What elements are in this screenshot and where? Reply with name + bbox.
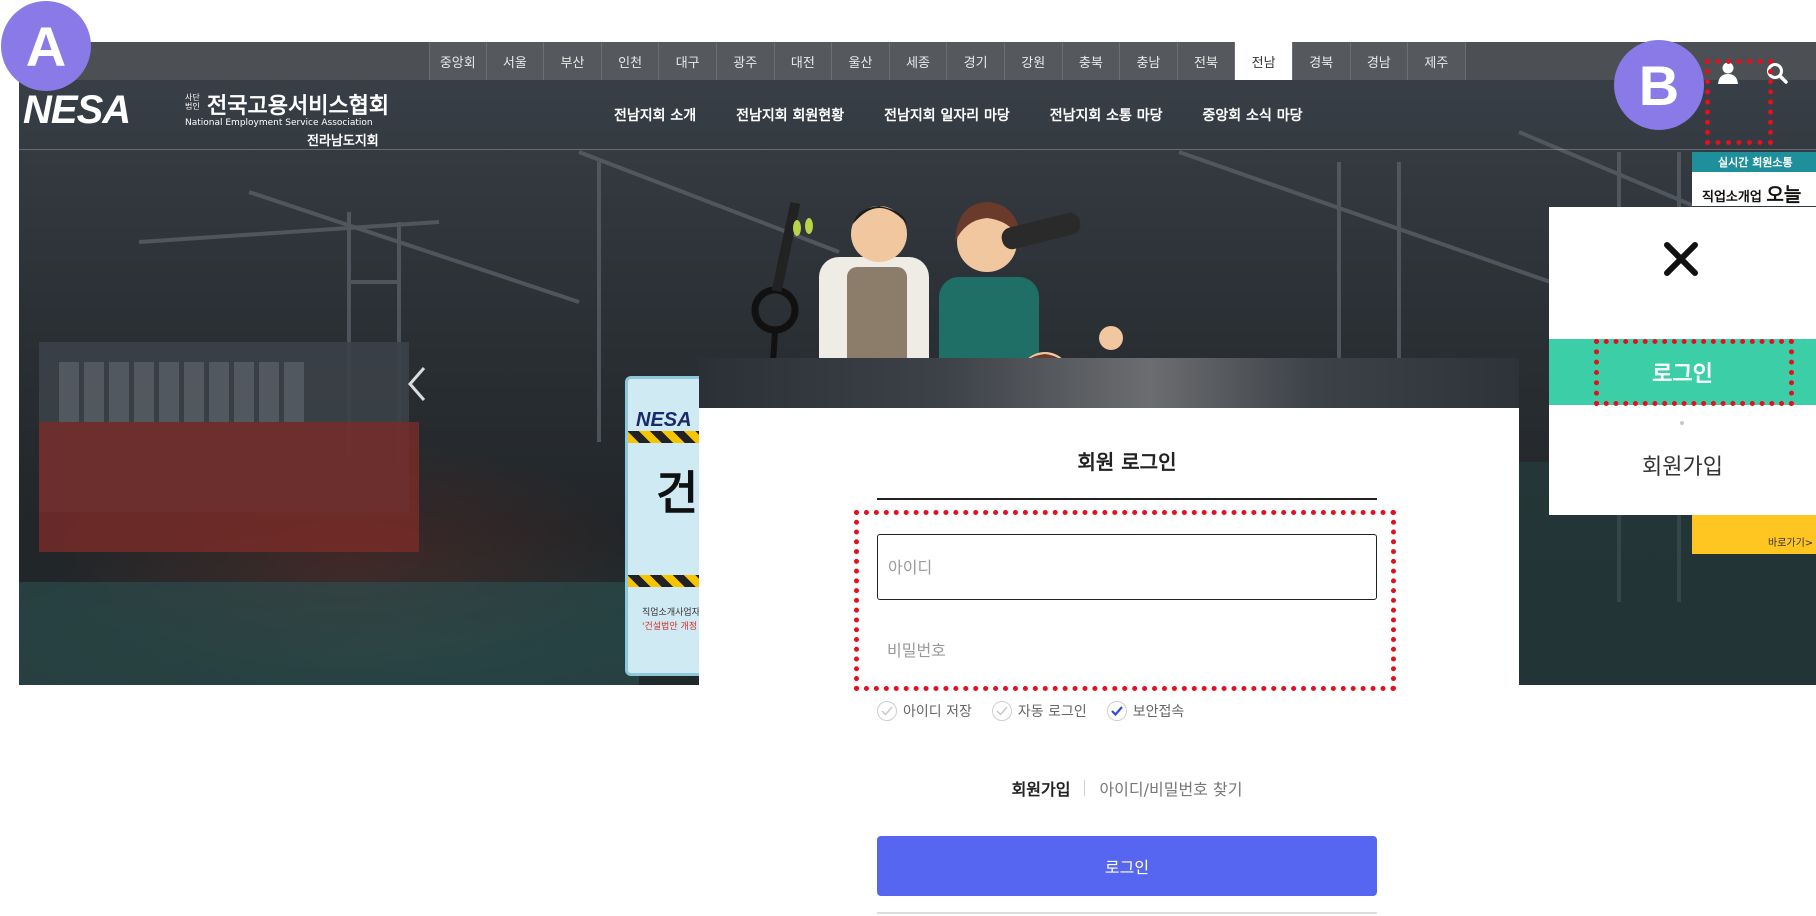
check-icon xyxy=(1110,706,1123,716)
search-icon xyxy=(1767,63,1788,84)
logo-subtitle: National Employment Service Association xyxy=(185,118,373,128)
marker-b: B xyxy=(1614,40,1704,130)
link-divider xyxy=(1084,780,1086,796)
banner-caption: 직업소개사업자 xyxy=(642,608,700,618)
hazard-stripe-top xyxy=(628,431,702,443)
main-menu-item[interactable]: 전남지회 회원현황 xyxy=(716,80,864,150)
region-tab[interactable]: 광주 xyxy=(716,42,775,80)
region-tab[interactable]: 울산 xyxy=(832,42,890,80)
logo-mark: NESA xyxy=(23,88,131,132)
site-logo[interactable]: NESA 사단 법인 전국고용서비스협회 National Employment… xyxy=(23,88,398,149)
id-input[interactable] xyxy=(877,534,1377,600)
main-menu: 전남지회 소개 전남지회 회원현황 전남지회 일자리 마당 전남지회 소통 마당 중앙회… xyxy=(594,80,1322,150)
logo-branch: 전라남도지회 xyxy=(307,134,379,149)
login-title-divider xyxy=(877,498,1377,500)
checkbox[interactable] xyxy=(1106,701,1127,721)
main-menu-item[interactable]: 중앙회 소식 마당 xyxy=(1183,80,1323,150)
user-icon xyxy=(1718,62,1738,84)
region-tab-bar: 중앙회 서울 부산 인천 대구 광주 대전 울산 세종 경기 강원 충북 충남 전북 전남 경북 경남 제주 xyxy=(19,42,1816,80)
region-tab[interactable]: 경북 xyxy=(1292,42,1351,80)
login-option[interactable]: 아이디 저장 xyxy=(877,701,972,721)
region-tab[interactable]: 세종 xyxy=(889,42,948,80)
logo-title: 전국고용서비스협회 xyxy=(207,94,390,119)
region-tab[interactable]: 인천 xyxy=(601,42,660,80)
region-tab[interactable]: 중앙회 xyxy=(429,42,487,80)
region-tabs: 중앙회 서울 부산 인천 대구 광주 대전 울산 세종 경기 강원 충북 충남 전북 전남 경북 경남 제주 xyxy=(429,42,1466,80)
user-button[interactable] xyxy=(1713,57,1743,89)
login-panel: 회원 로그인 아이디 저장 자동 로그인 보안접속 회원가입 아이디/비밀번호 찾기… xyxy=(699,408,1519,916)
main-menu-item[interactable]: 전남지회 소개 xyxy=(594,80,716,150)
login-links: 회원가입 아이디/비밀번호 찾기 xyxy=(877,776,1377,800)
check-icon xyxy=(996,706,1008,716)
region-tab[interactable]: 대전 xyxy=(774,42,833,80)
checkbox[interactable] xyxy=(991,701,1012,721)
check-icon xyxy=(881,706,893,716)
chevron-left-icon[interactable] xyxy=(402,362,432,406)
region-tab[interactable]: 충남 xyxy=(1120,42,1178,80)
login-option[interactable]: 보안접속 xyxy=(1106,701,1185,721)
login-option-label: 보안접속 xyxy=(1132,704,1185,720)
login-option-label: 아이디 저장 xyxy=(903,704,972,720)
banner-headline: 건 xyxy=(656,466,699,520)
region-tab[interactable]: 경남 xyxy=(1350,42,1409,80)
main-menu-item[interactable]: 전남지회 소통 마당 xyxy=(1030,80,1183,150)
main-menu-item[interactable]: 전남지회 일자리 마당 xyxy=(864,80,1030,150)
realtime-body-big: 오늘 xyxy=(1766,184,1802,206)
region-tab[interactable]: 충북 xyxy=(1062,42,1121,80)
region-tab[interactable]: 전남 xyxy=(1235,42,1293,80)
realtime-body-prefix: 직업소개업 xyxy=(1702,190,1762,205)
login-bottom-divider xyxy=(877,912,1377,914)
marker-a: A xyxy=(1,1,91,91)
main-nav-bar: NESA 사단 법인 전국고용서비스협회 National Employment… xyxy=(19,80,1816,150)
shortcut-link[interactable]: 바로가기> xyxy=(1768,534,1813,549)
login-button[interactable]: 로그인 xyxy=(877,836,1377,896)
close-icon[interactable] xyxy=(1659,237,1703,281)
realtime-body: 직업소개업 오늘 xyxy=(1692,172,1816,206)
region-tab[interactable]: 경기 xyxy=(947,42,1005,80)
login-options: 아이디 저장 자동 로그인 보안접속 xyxy=(877,701,1184,721)
region-tab[interactable]: 부산 xyxy=(544,42,602,80)
popup-login-button[interactable]: 로그인 xyxy=(1549,339,1816,405)
checkbox[interactable] xyxy=(877,701,897,721)
search-button[interactable] xyxy=(1762,58,1792,88)
login-title: 회원 로그인 xyxy=(1077,450,1177,474)
region-tab[interactable]: 대구 xyxy=(659,42,717,80)
region-tab[interactable]: 제주 xyxy=(1408,42,1466,80)
login-option[interactable]: 자동 로그인 xyxy=(991,701,1087,721)
popup-separator-dot xyxy=(1680,421,1684,425)
region-tab[interactable]: 서울 xyxy=(486,42,545,80)
logo-badge: 사단 법인 xyxy=(185,93,200,111)
banner-caption-highlight: '건설법안 개정 xyxy=(642,622,698,632)
password-input[interactable] xyxy=(877,622,1377,678)
popup-join-link[interactable]: 회원가입 xyxy=(1549,445,1816,485)
region-tab[interactable]: 전북 xyxy=(1177,42,1236,80)
login-option-label: 자동 로그인 xyxy=(1017,704,1087,720)
realtime-header: 실시간 회원소통 xyxy=(1692,152,1816,172)
find-account-link[interactable]: 아이디/비밀번호 찾기 xyxy=(1099,776,1242,800)
region-tab[interactable]: 강원 xyxy=(1004,42,1063,80)
hazard-stripe-bottom xyxy=(628,575,702,587)
join-link[interactable]: 회원가입 xyxy=(1012,776,1071,800)
promo-banner-card[interactable]: NESA 건 직업소개사업자 '건설법안 개정 xyxy=(625,376,705,676)
banner-logo: NESA xyxy=(636,409,692,431)
user-menu-popup: 로그인 회원가입 xyxy=(1549,207,1816,515)
login-modal-header-image xyxy=(699,358,1519,408)
